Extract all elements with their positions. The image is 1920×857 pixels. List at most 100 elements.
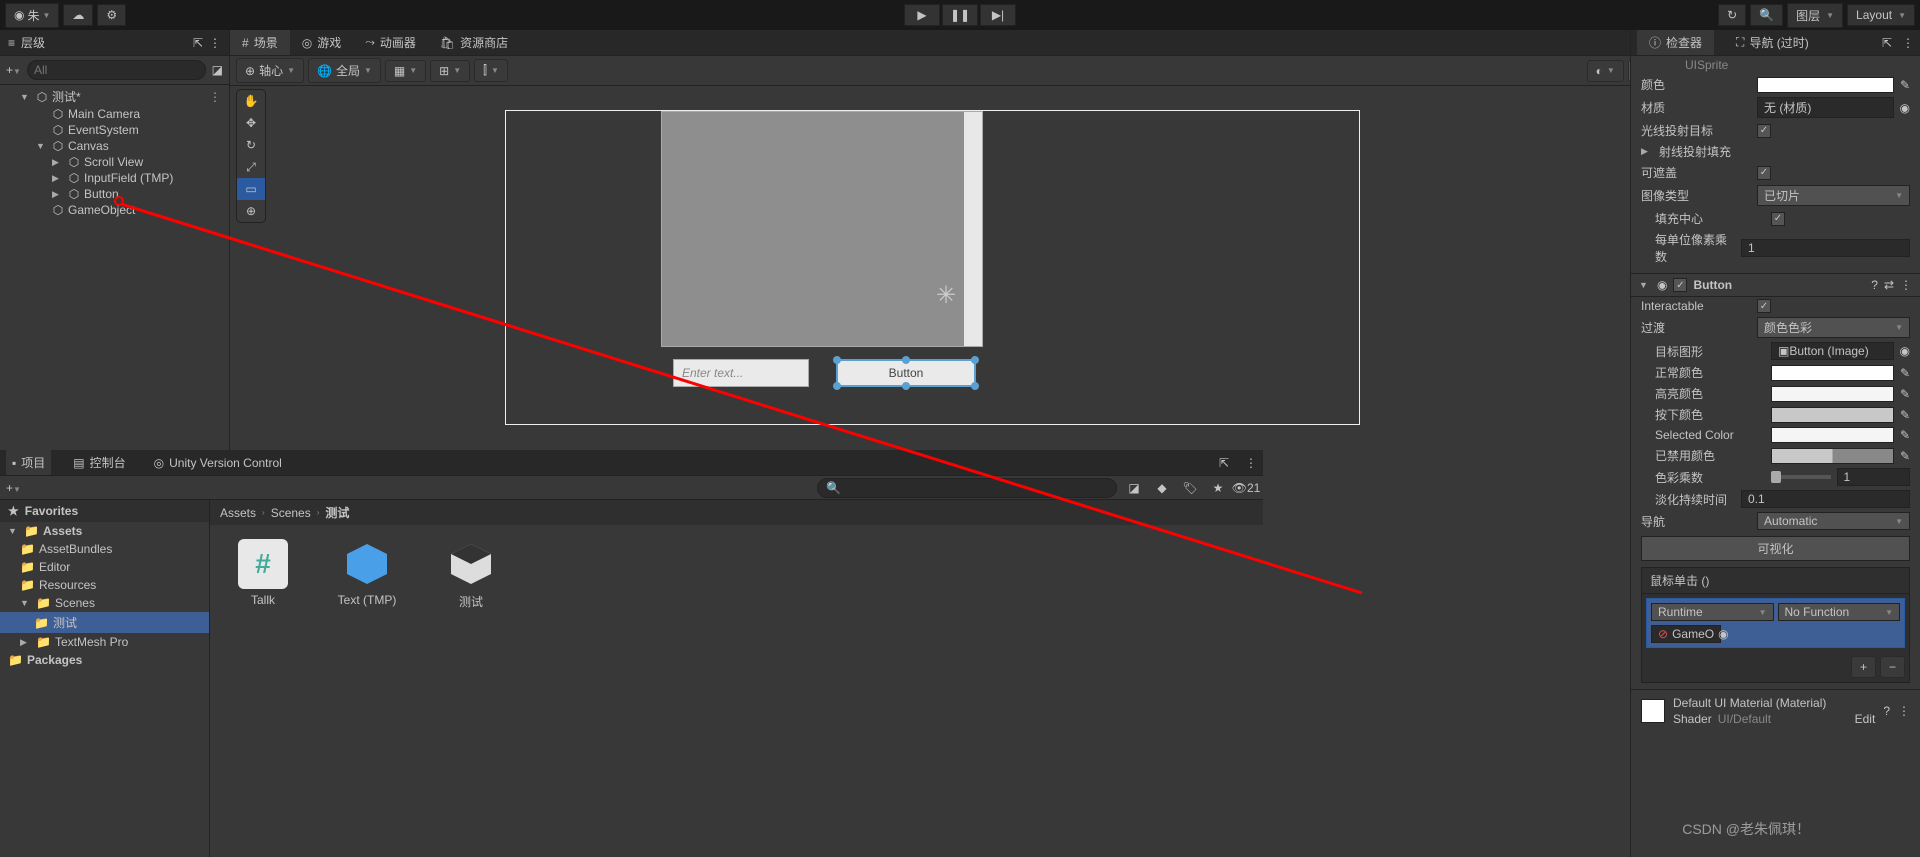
hierarchy-item-camera[interactable]: ⬡Main Camera (0, 106, 229, 122)
eyedropper-icon[interactable]: ✎ (1900, 408, 1910, 422)
event-object[interactable]: ⊘GameO◉ (1651, 625, 1721, 643)
expand-icon[interactable]: ▼ (20, 92, 32, 102)
event-add-button[interactable]: + (1851, 656, 1876, 678)
play-button[interactable]: ▶ (904, 4, 940, 26)
folder-item[interactable]: 📁Resources (0, 576, 209, 594)
hidden-button[interactable]: 👁21 (1235, 478, 1257, 498)
move-tool[interactable]: ✥ (237, 112, 265, 134)
hierarchy-item-inputfield[interactable]: ▶⬡InputField (TMP) (0, 170, 229, 186)
folder-item[interactable]: 📁Editor (0, 558, 209, 576)
folder-item[interactable]: 📁AssetBundles (0, 540, 209, 558)
search-button[interactable]: 🔍 (1750, 4, 1783, 26)
shading-dropdown[interactable]: ◐▼ (1587, 60, 1624, 82)
field-fade[interactable] (1741, 490, 1910, 508)
asset-scene[interactable]: 测试 (432, 539, 510, 843)
favorites-header[interactable]: ★Favorites (0, 500, 209, 522)
inputfield-visual[interactable]: Enter text... (673, 359, 809, 387)
hierarchy-search-input[interactable] (27, 60, 206, 80)
snap-increment-button[interactable]: ⊞▼ (430, 60, 470, 82)
menu-icon[interactable]: ⋮ (1245, 456, 1257, 470)
search-by-type-button[interactable]: ◪ (1123, 478, 1145, 498)
tab-uvc[interactable]: ◎Unity Version Control (148, 452, 288, 474)
selection-handle[interactable] (971, 382, 979, 390)
breadcrumb-item[interactable]: 测试 (325, 504, 349, 521)
eyedropper-icon[interactable]: ✎ (1900, 78, 1910, 92)
field-ppu[interactable] (1741, 239, 1910, 257)
scale-tool[interactable]: ⤢ (237, 156, 265, 178)
hierarchy-item-scrollview[interactable]: ▶⬡Scroll View (0, 154, 229, 170)
tab-game[interactable]: ◎游戏 (290, 30, 354, 55)
checkbox-fillcenter[interactable]: ✓ (1771, 212, 1785, 226)
event-entry[interactable]: Runtime▼ No Function▼ ⊘GameO◉ (1646, 598, 1905, 648)
checkbox-enabled[interactable]: ✓ (1673, 278, 1687, 292)
field-target[interactable]: ▣Button (Image) (1771, 342, 1894, 360)
selection-handle[interactable] (902, 382, 910, 390)
undo-history-button[interactable]: ↻ (1718, 4, 1746, 26)
tab-assetstore[interactable]: 🛍资源商店 (428, 30, 520, 55)
event-function[interactable]: No Function▼ (1778, 603, 1901, 621)
scrollview-visual[interactable] (661, 111, 983, 347)
slider-mult[interactable] (1771, 468, 1910, 486)
tab-navigation[interactable]: ⛶导航 (过时) (1724, 30, 1821, 55)
expand-icon[interactable]: ▶ (52, 189, 64, 200)
material-field[interactable]: 无 (材质) (1757, 97, 1894, 118)
help-icon[interactable]: ? (1883, 704, 1890, 718)
tab-scene[interactable]: #场景 (230, 30, 290, 55)
breadcrumb-item[interactable]: Assets (220, 506, 256, 520)
hierarchy-item-eventsystem[interactable]: ⬡EventSystem (0, 122, 229, 138)
color-highlight[interactable] (1771, 386, 1894, 402)
rect-tool[interactable]: ▭ (237, 178, 265, 200)
expand-icon[interactable]: ▶ (52, 157, 64, 168)
hierarchy-item-canvas[interactable]: ▼⬡Canvas (0, 138, 229, 154)
expand-icon[interactable]: ▼ (36, 141, 48, 151)
step-button[interactable]: ▶| (980, 4, 1016, 26)
dropdown-transition[interactable]: 颜色色彩▼ (1757, 317, 1910, 338)
asset-script[interactable]: #Tallk (224, 539, 302, 843)
tab-inspector[interactable]: ⓘ检查器 (1637, 30, 1714, 55)
selection-handle[interactable] (971, 356, 979, 364)
color-selected[interactable] (1771, 427, 1894, 443)
visualize-button[interactable]: 可视化 (1641, 536, 1910, 561)
save-search-button[interactable]: 🏷 (1179, 478, 1201, 498)
pause-button[interactable]: ❚❚ (942, 4, 978, 26)
preset-icon[interactable]: ⇄ (1884, 278, 1894, 292)
object-picker-icon[interactable]: ◉ (1718, 627, 1728, 641)
scene-menu[interactable]: ⋮ (209, 90, 225, 104)
grid-snap-button[interactable]: ▦▼ (385, 60, 426, 82)
menu-icon[interactable]: ⋮ (1902, 36, 1914, 50)
settings-button[interactable]: ⚙ (97, 4, 126, 26)
event-calltype[interactable]: Runtime▼ (1651, 603, 1774, 621)
event-remove-button[interactable]: − (1880, 656, 1905, 678)
color-pressed[interactable] (1771, 407, 1894, 423)
eyedropper-icon[interactable]: ✎ (1900, 449, 1910, 463)
folder-packages[interactable]: 📁Packages (0, 651, 209, 669)
transform-tool[interactable]: ⊕ (237, 200, 265, 222)
help-icon[interactable]: ? (1871, 278, 1878, 292)
asset-prefab[interactable]: Text (TMP) (328, 539, 406, 843)
button-visual[interactable]: Button (836, 359, 976, 387)
selection-handle[interactable] (902, 356, 910, 364)
button-component-header[interactable]: ▼◉✓ Button ?⇄⋮ (1631, 273, 1920, 297)
folder-scenes[interactable]: ▼📁Scenes (0, 594, 209, 612)
selection-handle[interactable] (833, 356, 841, 364)
object-picker-icon[interactable]: ◉ (1900, 344, 1910, 358)
shader-value[interactable]: UI/Default (1718, 712, 1771, 726)
account-button[interactable]: ◉ 朱 ▼ (5, 3, 59, 28)
checkbox-raycast[interactable]: ✓ (1757, 124, 1771, 138)
project-search-input[interactable] (817, 478, 1117, 498)
folder-item[interactable]: ▶📁TextMesh Pro (0, 633, 209, 651)
popout-icon[interactable]: ⇱ (1882, 36, 1892, 50)
eyedropper-icon[interactable]: ✎ (1900, 366, 1910, 380)
folder-item-selected[interactable]: 📁测试 (0, 612, 209, 633)
color-disabled[interactable] (1771, 448, 1894, 464)
menu-icon[interactable]: ⋮ (209, 36, 221, 50)
tab-project[interactable]: ▪项目 (6, 450, 51, 475)
layers-dropdown[interactable]: 图层▼ (1787, 3, 1843, 28)
material-preview[interactable] (1641, 699, 1665, 723)
scrollbar-visual[interactable] (964, 112, 982, 346)
menu-icon[interactable]: ⋮ (1898, 704, 1910, 718)
tab-animator[interactable]: ⤳动画器 (353, 30, 428, 55)
add-button[interactable]: +▼ (6, 63, 21, 77)
tab-console[interactable]: ▤控制台 (67, 450, 131, 475)
scene-root[interactable]: ▼ ⬡ 测试* ⋮ (0, 87, 229, 106)
